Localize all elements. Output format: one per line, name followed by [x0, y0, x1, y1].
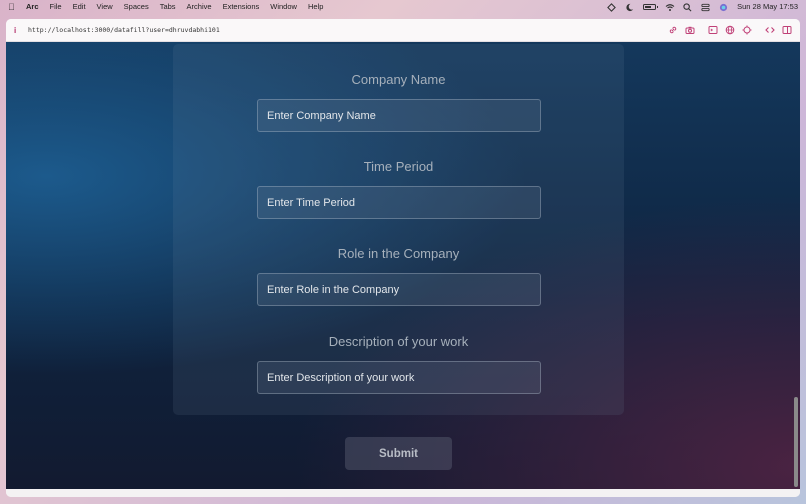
toolbar	[668, 25, 792, 35]
terminal-icon[interactable]	[708, 25, 718, 35]
page-viewport: Company Name Time Period Role in the Com…	[6, 42, 800, 489]
clock-text[interactable]: Sun 28 May 17:53	[737, 2, 798, 11]
window-bottom-edge	[6, 489, 800, 497]
menu-window[interactable]: Window	[270, 2, 297, 11]
code-icon[interactable]	[765, 25, 775, 35]
camera-icon[interactable]	[685, 25, 695, 35]
wifi-icon[interactable]	[665, 3, 675, 11]
description-input[interactable]	[257, 361, 541, 394]
menu-archive[interactable]: Archive	[187, 2, 212, 11]
search-icon[interactable]	[683, 2, 692, 11]
time-period-input[interactable]	[257, 186, 541, 219]
control-center-icon[interactable]	[701, 3, 710, 11]
form-card: Company Name Time Period Role in the Com…	[173, 44, 624, 415]
moon-icon[interactable]	[625, 3, 634, 11]
menu-bar:  Arc File Edit View Spaces Tabs Archive…	[0, 0, 806, 13]
battery-icon[interactable]	[643, 3, 659, 10]
submit-button[interactable]: Submit	[345, 437, 452, 470]
role-label: Role in the Company	[337, 246, 460, 261]
address-bar: i http://localhost:3000/datafill?user=dh…	[6, 19, 800, 42]
browser-window: i http://localhost:3000/datafill?user=dh…	[6, 19, 800, 497]
menu-edit[interactable]: Edit	[73, 2, 86, 11]
extension-icon[interactable]	[607, 2, 616, 12]
menu-spaces[interactable]: Spaces	[124, 2, 149, 11]
company-name-input[interactable]	[257, 99, 541, 132]
menu-view[interactable]: View	[97, 2, 113, 11]
apple-icon[interactable]: 	[8, 2, 18, 12]
role-input[interactable]	[257, 273, 541, 306]
menu-file[interactable]: File	[50, 2, 62, 11]
description-label: Description of your work	[328, 334, 469, 349]
time-period-label: Time Period	[363, 159, 434, 174]
menu-tabs[interactable]: Tabs	[160, 2, 176, 11]
split-view-icon[interactable]	[782, 25, 792, 35]
company-name-label: Company Name	[351, 72, 446, 87]
menu-extensions[interactable]: Extensions	[223, 2, 260, 11]
globe-icon[interactable]	[725, 25, 735, 35]
target-icon[interactable]	[742, 25, 752, 35]
link-icon[interactable]	[668, 25, 678, 35]
scrollbar[interactable]	[794, 397, 798, 487]
menu-help[interactable]: Help	[308, 2, 323, 11]
siri-icon[interactable]	[719, 3, 728, 11]
menu-app-arc[interactable]: Arc	[26, 2, 39, 11]
info-icon[interactable]: i	[14, 26, 28, 35]
url-text[interactable]: http://localhost:3000/datafill?user=dhru…	[28, 26, 220, 34]
